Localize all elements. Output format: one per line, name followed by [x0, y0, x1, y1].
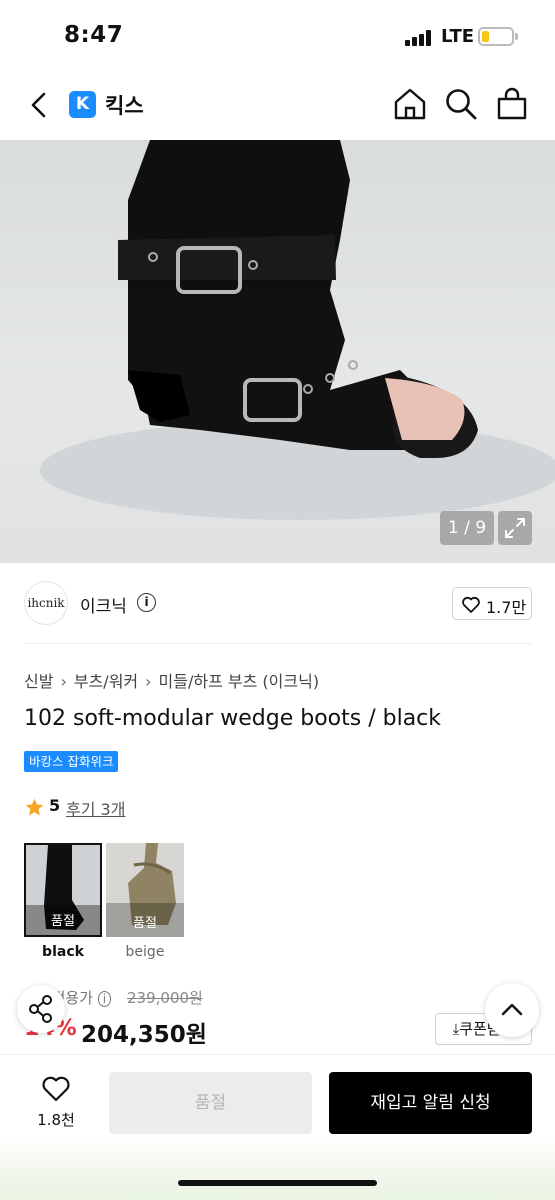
review-link[interactable]: 후기 3개: [66, 796, 125, 820]
sale-price: 204,350원: [81, 1022, 207, 1048]
product-title: 102 soft-modular wedge boots / black: [24, 706, 442, 731]
bag-icon[interactable]: [494, 86, 530, 122]
image-counter: 1 / 9: [440, 511, 494, 545]
battery-icon: [478, 27, 514, 46]
expand-icon[interactable]: [498, 511, 532, 545]
search-icon[interactable]: [443, 86, 479, 122]
nav-bar: K 킥스: [0, 70, 555, 140]
home-indicator: [178, 1180, 377, 1186]
soldout-button[interactable]: 품절: [109, 1072, 312, 1134]
info-icon[interactable]: i: [137, 593, 156, 612]
brand-logo[interactable]: K: [69, 91, 96, 118]
home-icon[interactable]: [392, 86, 428, 122]
info-icon[interactable]: i: [97, 991, 112, 1007]
store-like-count: 1.7만: [486, 598, 527, 617]
brand-name[interactable]: 킥스: [105, 90, 144, 120]
wishlist-button[interactable]: 1.8천: [24, 1073, 88, 1133]
wishlist-count: 1.8천: [37, 1111, 75, 1129]
color-label: black: [42, 944, 84, 960]
original-price: 239,000원: [127, 989, 203, 1007]
soldout-label: 품절: [133, 916, 157, 931]
scroll-top-icon[interactable]: [485, 983, 539, 1037]
back-icon[interactable]: [24, 88, 58, 122]
divider: [24, 643, 532, 644]
restock-alert-button[interactable]: 재입고 알림 신청: [329, 1072, 532, 1134]
breadcrumb: 신발 › 부츠/워커 › 미들/하프 부츠 (이크닉): [24, 668, 319, 692]
breadcrumb-item[interactable]: 신발: [24, 672, 53, 691]
store-like-button[interactable]: 1.7만: [452, 587, 532, 620]
seller-name[interactable]: 이크닉: [80, 592, 127, 617]
color-option-beige[interactable]: 품절: [106, 843, 184, 937]
status-bar: 8:47 LTE: [0, 0, 555, 70]
heart-icon: [462, 596, 480, 613]
color-option-black[interactable]: 품절: [24, 843, 102, 937]
chevron-right-icon: ›: [145, 672, 152, 691]
heart-icon: [42, 1076, 70, 1102]
breadcrumb-item[interactable]: 미들/하프 부츠 (이크닉): [159, 672, 320, 691]
promo-badge[interactable]: 바캉스 잡화위크: [24, 751, 119, 772]
share-icon[interactable]: [17, 985, 65, 1033]
star-icon: [25, 798, 44, 816]
network-label: LTE: [441, 26, 475, 47]
color-label: beige: [125, 944, 165, 960]
signal-icon: [405, 30, 435, 46]
soldout-label: 품절: [51, 914, 75, 929]
chevron-right-icon: ›: [60, 672, 67, 691]
status-time: 8:47: [64, 22, 124, 48]
breadcrumb-item[interactable]: 부츠/워커: [74, 672, 138, 691]
product-image[interactable]: [0, 140, 555, 563]
rating-value: 5: [49, 796, 61, 815]
seller-logo[interactable]: ihcnik: [24, 581, 68, 625]
battery-tip: [515, 33, 518, 40]
